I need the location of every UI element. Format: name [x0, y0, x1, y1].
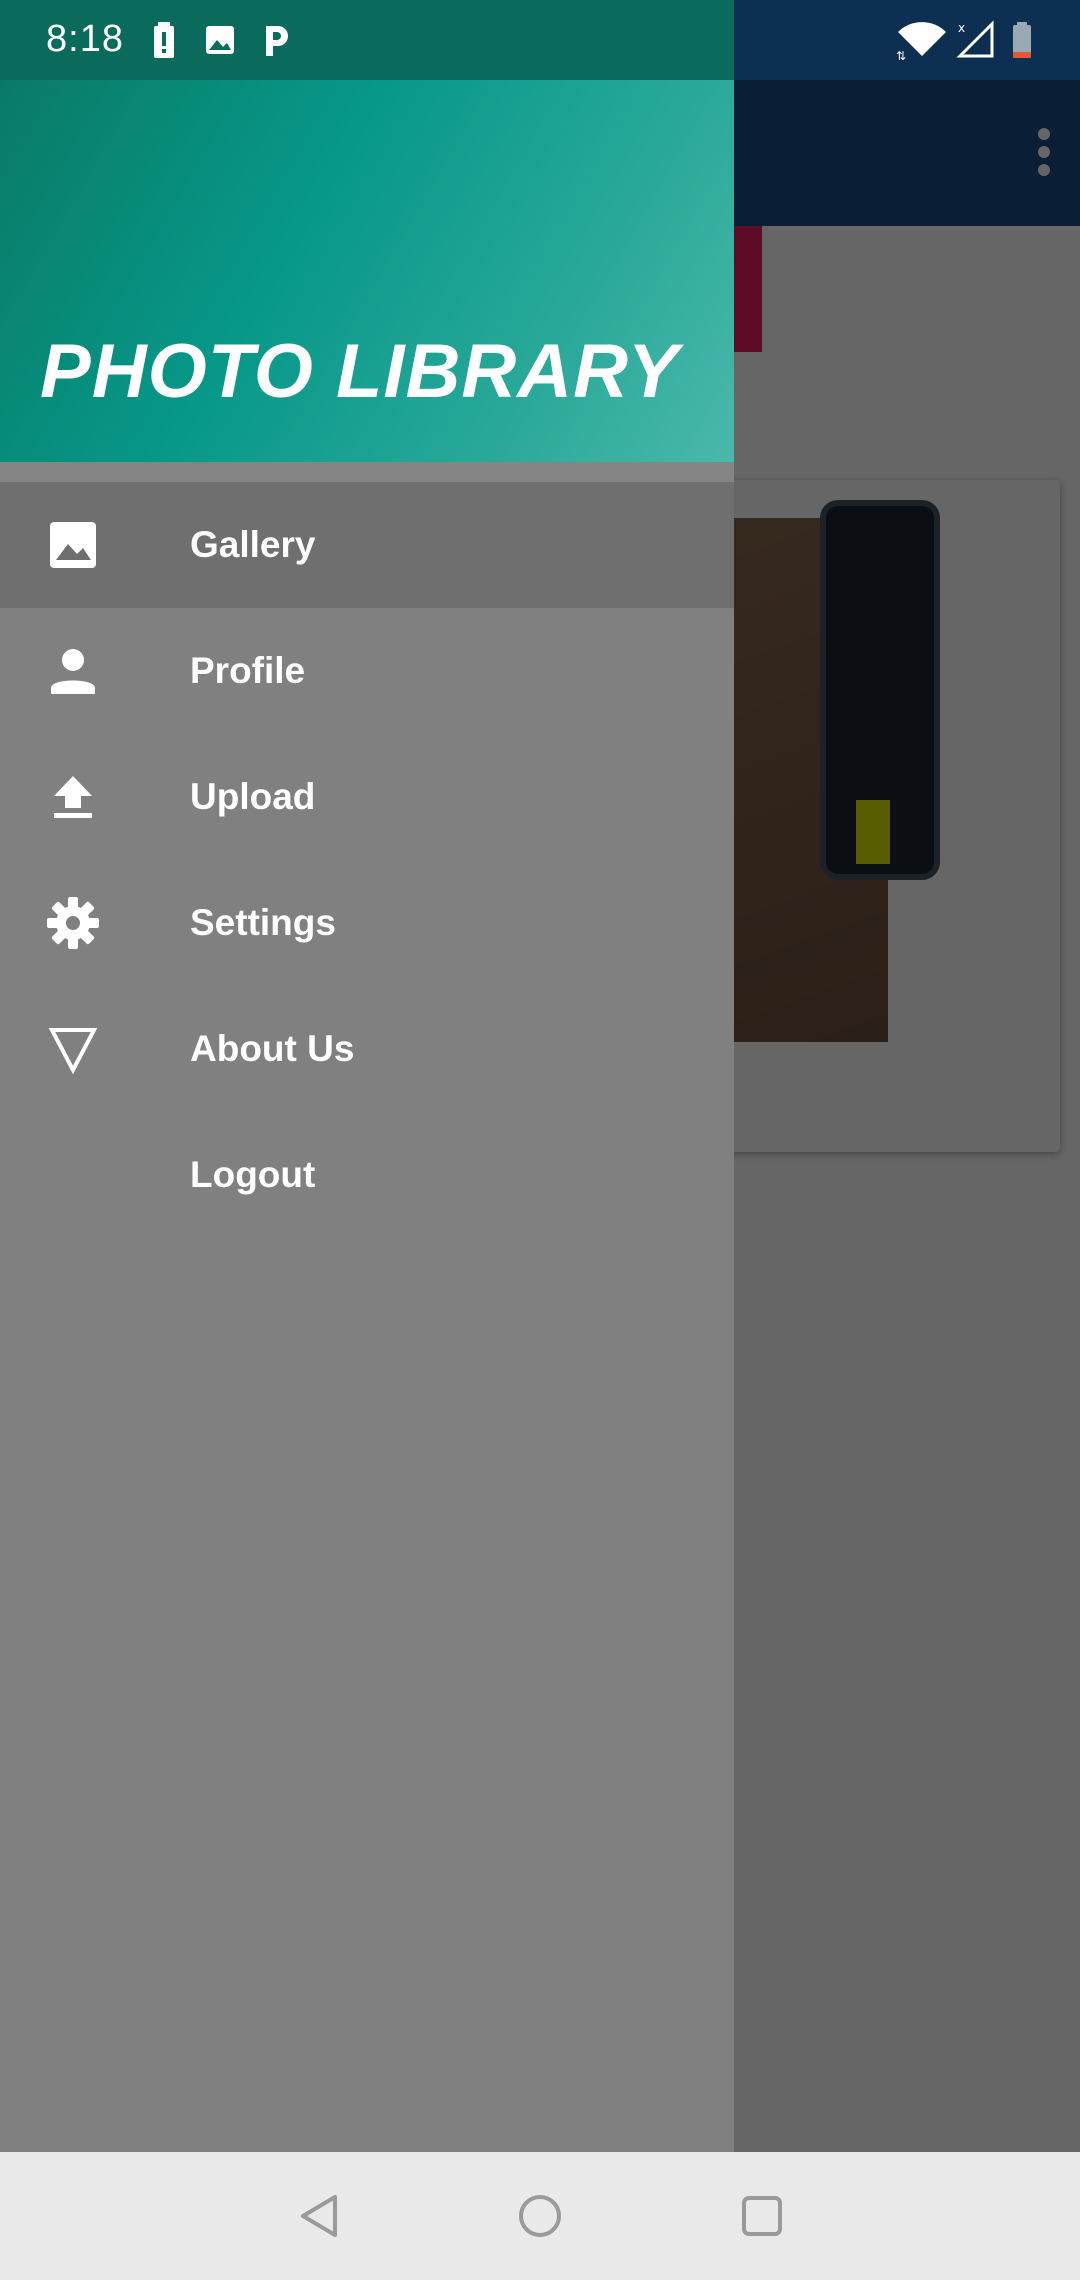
drawer-menu: Gallery Profile Upload Settings About Us… [0, 482, 734, 1238]
svg-text:⇅: ⇅ [896, 49, 906, 60]
menu-item-label: Profile [190, 650, 306, 691]
drawer-header-divider [0, 462, 734, 482]
status-time: 8:18 [46, 18, 124, 60]
menu-item-label: Upload [190, 776, 316, 817]
menu-item-settings[interactable]: Settings [0, 860, 734, 986]
menu-item-label: Settings [190, 902, 336, 943]
drawer-header: PHOTO LIBRARY [0, 80, 734, 462]
p-app-icon [266, 26, 288, 56]
menu-item-label: Gallery [190, 524, 316, 565]
recents-icon[interactable] [732, 2186, 792, 2246]
menu-item-profile[interactable]: Profile [0, 608, 734, 734]
triangle-icon [44, 1024, 102, 1074]
image-icon [44, 520, 102, 570]
person-icon [44, 646, 102, 696]
image-icon [206, 26, 234, 54]
status-bar: 8:18 ⇅ x [0, 0, 1080, 80]
gear-icon [44, 897, 102, 949]
menu-item-label: About Us [190, 1028, 355, 1069]
menu-item-about-us[interactable]: About Us [0, 986, 734, 1112]
back-icon[interactable] [290, 2186, 350, 2246]
battery-low-icon [1013, 22, 1031, 58]
wifi-icon: ⇅ [896, 22, 946, 60]
svg-text:x: x [958, 21, 965, 35]
cell-signal-icon: x [956, 20, 994, 58]
menu-item-upload[interactable]: Upload [0, 734, 734, 860]
menu-item-gallery[interactable]: Gallery [0, 482, 734, 608]
upload-icon [44, 772, 102, 822]
menu-item-logout[interactable]: Logout [0, 1112, 734, 1238]
system-navigation-bar [0, 2152, 1080, 2280]
drawer-title: PHOTO LIBRARY [40, 329, 680, 414]
battery-alert-icon [154, 22, 174, 58]
home-icon[interactable] [510, 2186, 570, 2246]
menu-item-label: Logout [190, 1154, 316, 1195]
navigation-drawer: PHOTO LIBRARY Gallery Profile Upload Set… [0, 80, 734, 2152]
